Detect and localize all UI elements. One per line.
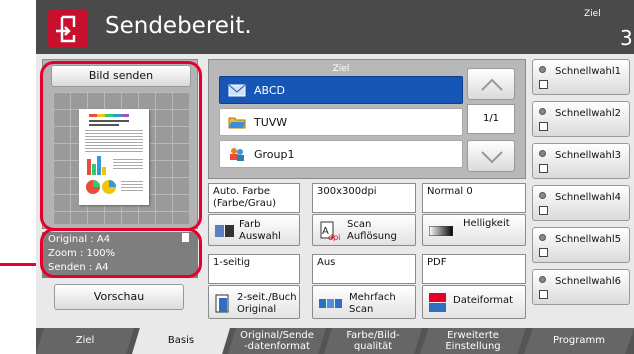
quick-dial-key-icon (539, 290, 548, 299)
file-format-button[interactable]: Dateiformat (422, 285, 526, 319)
destination-label: TUVW (254, 116, 288, 129)
tab-bar: Ziel Basis Original/Sende -datenformat F… (36, 328, 634, 354)
chevron-up-icon (481, 78, 503, 91)
quick-dial-indicator-icon (539, 66, 546, 73)
scroll-up-button[interactable] (467, 68, 515, 100)
destination-label: ABCD (254, 84, 286, 97)
tab-advanced-setup[interactable]: Erweiterte Einstellung (420, 328, 526, 354)
tab-program[interactable]: Programm (524, 328, 634, 354)
brightness-value: Normal 0 (422, 183, 526, 213)
file-format-value: PDF (422, 254, 526, 284)
tab-original-format[interactable]: Original/Sende -datenformat (228, 328, 326, 354)
duplex-value: 1-seitig (208, 254, 300, 284)
destination-count: 3 (620, 26, 633, 50)
quick-dial-key-icon (539, 206, 548, 215)
email-icon (228, 84, 246, 97)
quick-dial-button[interactable]: Schnellwahl2 (532, 101, 630, 137)
quick-dial-key-icon (539, 80, 548, 89)
callout-pointer-line (0, 263, 40, 266)
quick-dial-indicator-icon (539, 108, 546, 115)
folder-icon (228, 117, 246, 129)
tab-ziel[interactable]: Ziel (36, 328, 134, 354)
brightness-icon (429, 226, 453, 236)
quick-dial-button[interactable]: Schnellwahl3 (532, 143, 630, 179)
home-button[interactable] (48, 10, 88, 48)
quick-dial-key-icon (539, 164, 548, 173)
send-screen: Sendebereit. Ziel 3 Bild senden Original… (36, 0, 634, 354)
quick-dial-button[interactable]: Schnellwahl5 (532, 227, 630, 263)
destination-count-label: Ziel (584, 9, 601, 19)
quick-dial-key-icon (539, 122, 548, 131)
quick-dial-button[interactable]: Schnellwahl6 (532, 269, 630, 305)
destination-label: Group1 (254, 148, 295, 161)
resolution-value: 300x300dpi (312, 183, 416, 213)
duplex-book-original-button[interactable]: 2-seit./Buch Original (208, 285, 300, 319)
preview-highlight (40, 61, 202, 231)
chevron-down-icon (481, 151, 503, 164)
color-mode-value: Auto. Farbe (Farbe/Grau) (208, 183, 300, 213)
quick-dial-button[interactable]: Schnellwahl4 (532, 185, 630, 221)
quick-dial-key-icon (539, 248, 548, 257)
color-selection-button[interactable]: Farb Auswahl (208, 214, 300, 246)
multi-scan-icon (319, 299, 342, 308)
scroll-down-button[interactable] (467, 140, 515, 172)
continuous-scan-button[interactable]: Mehrfach Scan (312, 285, 416, 319)
quick-dial-button[interactable]: Schnellwahl1 (532, 59, 630, 95)
book-original-icon (215, 294, 229, 313)
quick-dial-indicator-icon (539, 150, 546, 157)
top-bar: Sendebereit. Ziel 3 (36, 0, 634, 54)
quick-dial-indicator-icon (539, 192, 546, 199)
status-title: Sendebereit. (105, 13, 252, 39)
tab-color-quality[interactable]: Farbe/Bild- qualität (324, 328, 422, 354)
quick-dial-indicator-icon (539, 276, 546, 283)
home-document-icon (56, 15, 76, 43)
quick-dial-indicator-icon (539, 234, 546, 241)
function-area: Auto. Farbe (Farbe/Grau) 300x300dpi Norm… (208, 183, 538, 319)
brightness-button[interactable]: Helligkeit (422, 214, 526, 246)
svg-text:dpi: dpi (328, 233, 340, 241)
destination-row[interactable]: ABCD (219, 76, 463, 104)
destination-row[interactable]: TUVW (219, 108, 463, 136)
destination-row[interactable]: Group1 (219, 140, 463, 168)
page-indicator: 1/1 (467, 104, 515, 134)
tab-basis[interactable]: Basis (132, 328, 230, 354)
continuous-scan-value: Aus (312, 254, 416, 284)
color-selection-icon (215, 225, 234, 237)
scan-resolution-button[interactable]: Adpi Scan Auflösung (312, 214, 416, 246)
info-highlight (40, 228, 202, 278)
destination-header: Ziel (332, 64, 350, 74)
file-format-icon (429, 293, 446, 312)
destination-panel: Ziel ABCD TUVW Group1 1/1 (208, 59, 526, 179)
preview-button[interactable]: Vorschau (54, 284, 184, 310)
group-icon (230, 148, 244, 161)
resolution-icon: Adpi (320, 221, 340, 241)
